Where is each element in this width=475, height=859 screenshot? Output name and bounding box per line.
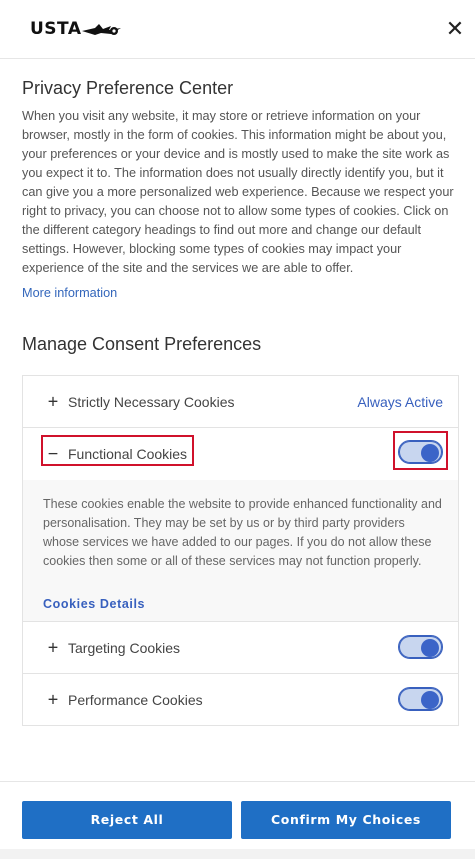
modal-header: USTA ✕: [0, 0, 475, 59]
targeting-toggle[interactable]: [398, 635, 443, 659]
category-row-strictly-necessary[interactable]: + Strictly Necessary Cookies Always Acti…: [23, 376, 458, 428]
more-information-link[interactable]: More information: [22, 286, 117, 300]
privacy-description: When you visit any website, it may store…: [22, 109, 454, 275]
category-label[interactable]: Functional Cookies: [68, 446, 187, 462]
category-label[interactable]: Strictly Necessary Cookies: [68, 394, 235, 410]
category-label[interactable]: Targeting Cookies: [68, 640, 180, 656]
expand-plus-icon[interactable]: +: [46, 637, 60, 658]
expand-plus-icon[interactable]: +: [46, 391, 60, 412]
reject-all-button[interactable]: Reject All: [22, 801, 232, 839]
functional-toggle[interactable]: [398, 440, 443, 464]
toggle-knob: [421, 639, 439, 657]
close-icon[interactable]: ✕: [445, 18, 465, 40]
cookies-details-link[interactable]: Cookies Details: [43, 597, 145, 611]
toggle-knob: [421, 691, 439, 709]
always-active-status: Always Active: [357, 393, 443, 410]
toggle-knob: [421, 444, 439, 462]
modal-footer: Reject All Confirm My Choices: [0, 781, 475, 859]
functional-description-panel: These cookies enable the website to prov…: [23, 480, 458, 622]
category-row-functional[interactable]: − Functional Cookies: [23, 428, 458, 480]
page-title: Privacy Preference Center: [22, 78, 234, 98]
usta-logo: USTA: [30, 19, 123, 39]
bottom-strip: [0, 849, 475, 859]
manage-consent-heading: Manage Consent Preferences: [22, 334, 262, 354]
performance-toggle[interactable]: [398, 687, 443, 711]
logo-text: USTA: [30, 19, 82, 39]
expand-plus-icon[interactable]: +: [46, 690, 60, 711]
category-label[interactable]: Performance Cookies: [68, 692, 203, 708]
category-row-performance[interactable]: + Performance Cookies: [23, 674, 458, 726]
consent-categories-panel: + Strictly Necessary Cookies Always Acti…: [22, 375, 459, 726]
collapse-minus-icon[interactable]: −: [46, 444, 60, 465]
confirm-my-choices-button[interactable]: Confirm My Choices: [241, 801, 451, 839]
category-row-targeting[interactable]: + Targeting Cookies: [23, 622, 458, 674]
functional-description: These cookies enable the website to prov…: [43, 497, 442, 568]
logo-swoosh-icon: [82, 24, 122, 35]
